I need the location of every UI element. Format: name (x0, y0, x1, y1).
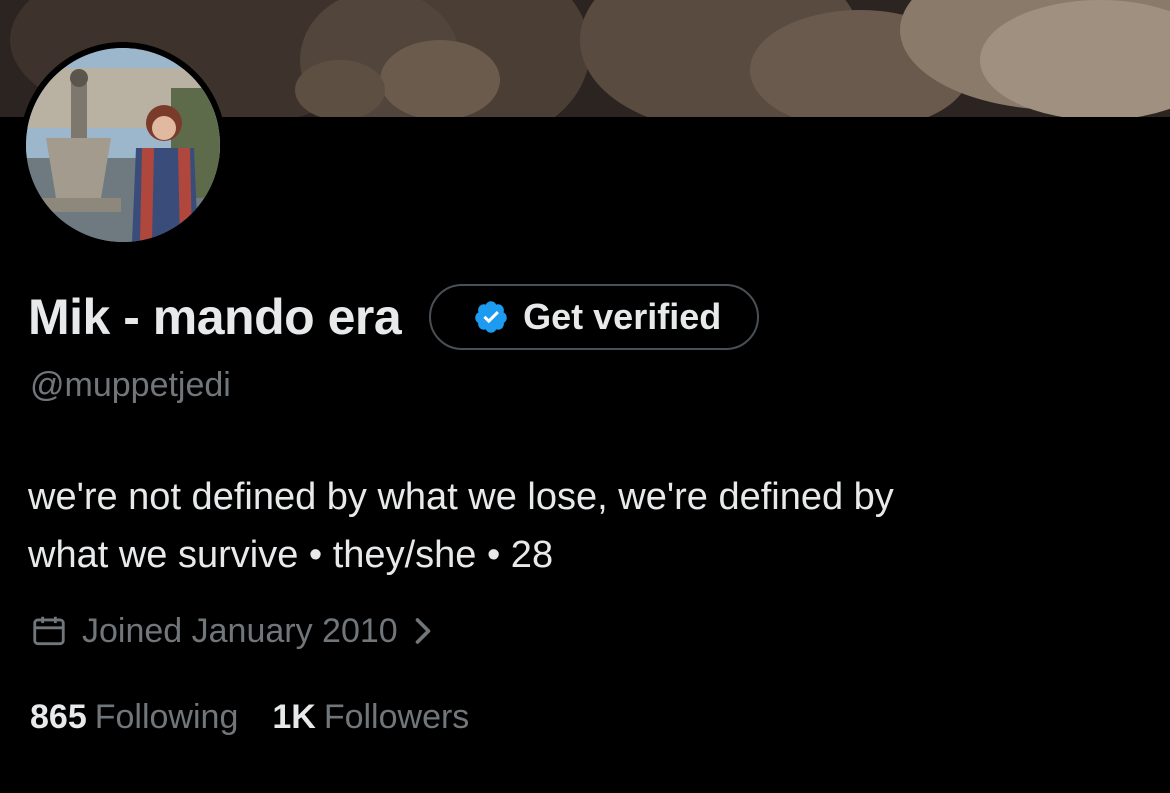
bio: we're not defined by what we lose, we're… (28, 468, 1128, 584)
avatar-photo (26, 48, 220, 242)
user-handle: @muppetjedi (30, 366, 231, 404)
name-row: Mik - mando era Get verified (28, 282, 760, 352)
follow-stats: 865 Following 1K Followers (30, 694, 503, 740)
followers-count: 1K (272, 697, 316, 736)
joined-row[interactable]: Joined January 2010 (30, 608, 434, 654)
get-verified-label: Get verified (523, 296, 722, 337)
following-count: 865 (30, 697, 87, 736)
calendar-icon (33, 616, 65, 646)
avatar[interactable] (26, 48, 220, 242)
get-verified-button[interactable]: Get verified (429, 284, 760, 350)
followers-label: Followers (323, 697, 470, 736)
following-link[interactable]: 865 Following (30, 698, 238, 737)
bio-line: we're not defined by what we lose, we're… (28, 476, 894, 518)
verified-badge-icon (475, 301, 507, 333)
following-label: Following (94, 697, 239, 736)
followers-link[interactable]: 1K Followers (272, 698, 469, 737)
display-name: Mik - mando era (28, 289, 402, 345)
bio-line: what we survive • they/she • 28 (28, 534, 554, 576)
joined-date: Joined January 2010 (82, 611, 398, 650)
chevron-right-icon (415, 618, 431, 644)
